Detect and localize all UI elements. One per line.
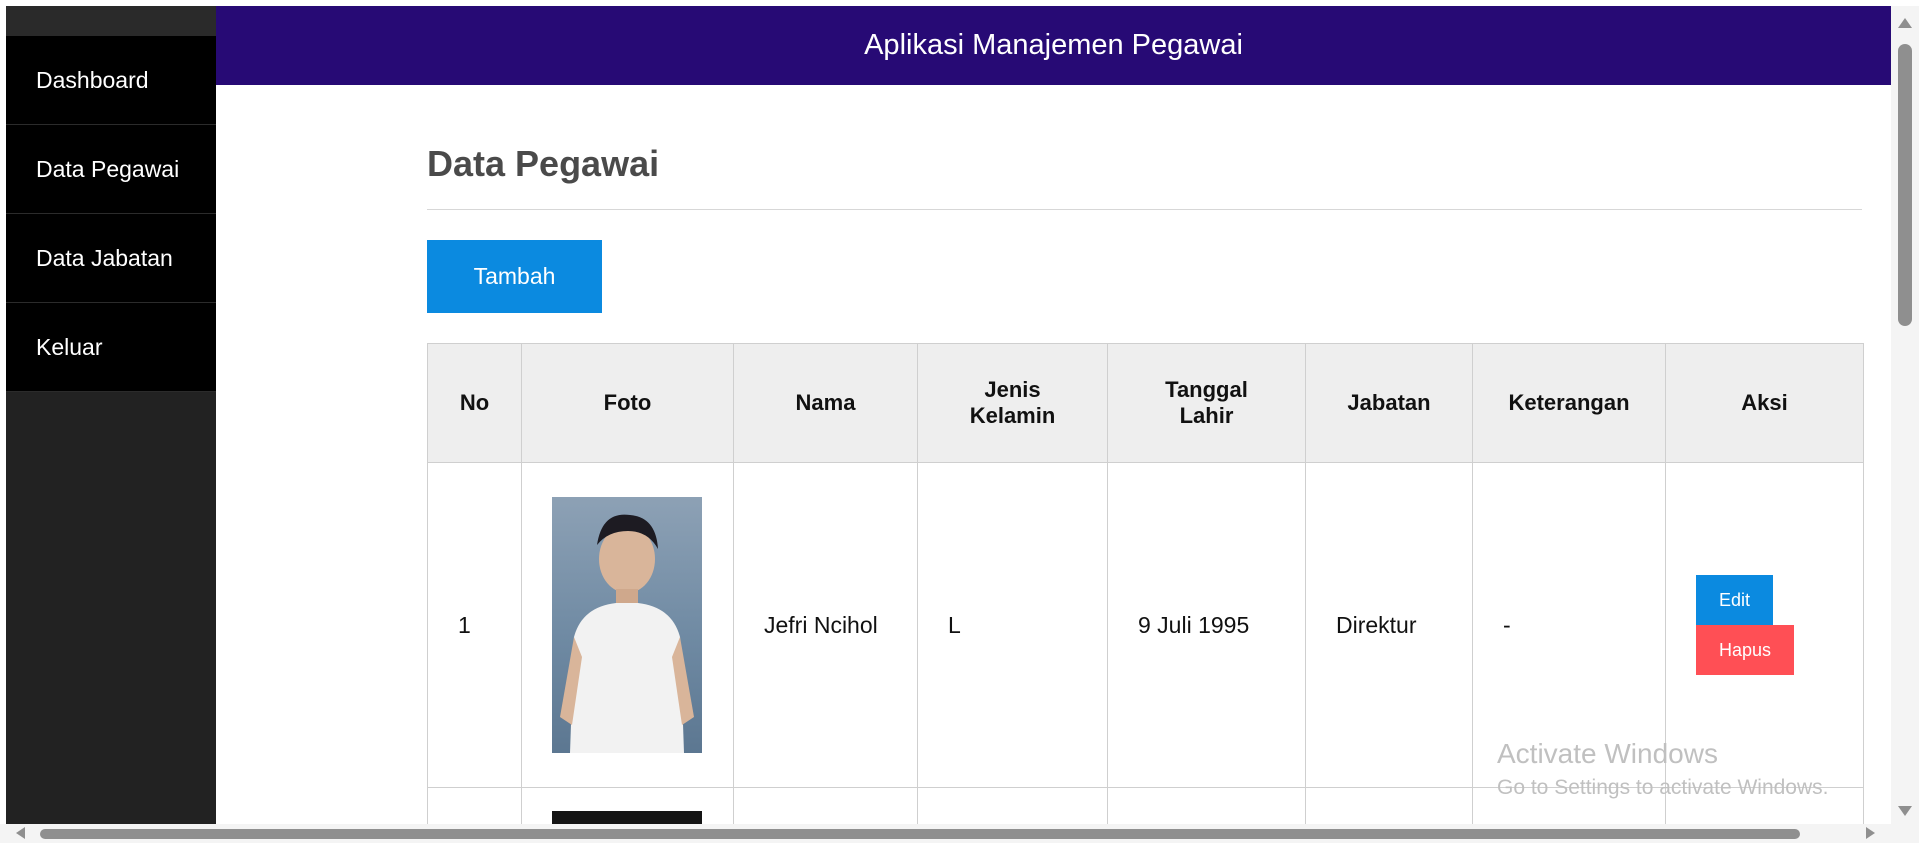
cell-foto: [521, 462, 734, 788]
cell-no: 1: [427, 462, 522, 788]
sidebar-item-data-jabatan[interactable]: Data Jabatan: [6, 214, 216, 303]
person-portrait-icon: [560, 514, 694, 753]
add-employee-button[interactable]: Tambah: [427, 240, 602, 313]
app-header: Aplikasi Manajemen Pegawai: [216, 6, 1891, 85]
cell-tanggal-lahir: [1107, 787, 1306, 824]
column-header-nama[interactable]: Nama: [733, 343, 918, 463]
watermark-subtitle: Go to Settings to activate Windows.: [1497, 776, 1829, 799]
activate-windows-watermark: Activate Windows Go to Settings to activ…: [1497, 738, 1829, 800]
sidebar-item-keluar[interactable]: Keluar: [6, 303, 216, 392]
sidebar-top-strip: [6, 6, 216, 36]
cell-nama: [733, 787, 918, 824]
column-header-no[interactable]: No: [427, 343, 522, 463]
column-header-tanggal-lahir[interactable]: Tanggal Lahir: [1107, 343, 1306, 463]
column-header-keterangan[interactable]: Keterangan: [1472, 343, 1666, 463]
scroll-left-icon[interactable]: [16, 827, 25, 839]
column-header-jenis-kelamin[interactable]: Jenis Kelamin: [917, 343, 1108, 463]
page-title: Data Pegawai: [427, 143, 660, 184]
column-header-jabatan[interactable]: Jabatan: [1305, 343, 1473, 463]
column-header-foto[interactable]: Foto: [521, 343, 734, 463]
cell-jenis-kelamin: L: [917, 462, 1108, 788]
vertical-scroll-thumb[interactable]: [1898, 44, 1912, 326]
employee-photo: [552, 497, 702, 753]
title-divider: [427, 209, 1862, 210]
cell-tanggal-lahir: 9 Juli 1995: [1107, 462, 1306, 788]
table-header-row: No Foto Nama Jenis Kelamin Tanggal Lahir…: [427, 343, 1864, 463]
cell-no: [427, 787, 522, 824]
sidebar: Dashboard Data Pegawai Data Jabatan Kelu…: [6, 6, 216, 824]
cell-jenis-kelamin: [917, 787, 1108, 824]
app-title: Aplikasi Manajemen Pegawai: [864, 29, 1243, 61]
sidebar-item-data-pegawai[interactable]: Data Pegawai: [6, 125, 216, 214]
scroll-up-icon[interactable]: [1898, 18, 1912, 28]
horizontal-scrollbar[interactable]: [0, 824, 1891, 843]
edit-button[interactable]: Edit: [1696, 575, 1773, 625]
sidebar-item-dashboard[interactable]: Dashboard: [6, 36, 216, 125]
scroll-right-icon[interactable]: [1866, 827, 1875, 839]
cell-foto: [521, 787, 734, 824]
column-header-aksi[interactable]: Aksi: [1665, 343, 1864, 463]
scroll-down-icon[interactable]: [1898, 806, 1912, 816]
watermark-title: Activate Windows: [1497, 738, 1718, 769]
cell-jabatan: [1305, 787, 1473, 824]
cell-jabatan: Direktur: [1305, 462, 1473, 788]
cell-nama: Jefri Ncihol: [733, 462, 918, 788]
scrollbar-corner: [1891, 824, 1919, 843]
main-content: Data Pegawai Tambah No Foto Nama Jenis K…: [216, 85, 1891, 824]
employee-photo: [552, 811, 702, 824]
horizontal-scroll-thumb[interactable]: [40, 829, 1800, 839]
vertical-scrollbar[interactable]: [1891, 6, 1919, 824]
delete-button[interactable]: Hapus: [1696, 625, 1794, 675]
